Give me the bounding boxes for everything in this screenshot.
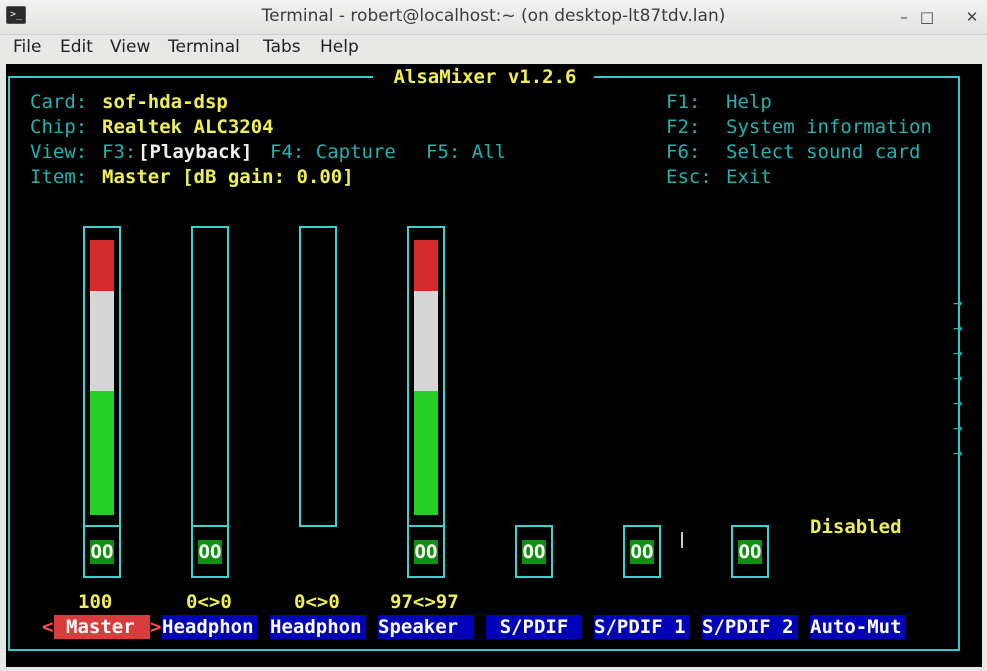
chip-value: Realtek ALC3204	[102, 116, 274, 138]
maximize-button[interactable]: □	[916, 6, 938, 28]
item-label: Item:	[30, 166, 88, 188]
mute-switch-speaker[interactable]: OO	[414, 540, 438, 564]
help-key-f1: F1:	[666, 91, 701, 113]
channel-label-master[interactable]: Master	[54, 615, 150, 639]
frame-top-left	[8, 76, 373, 78]
frame-bottom	[8, 649, 960, 651]
channel-label-headphone-2[interactable]: Headphon	[270, 615, 366, 639]
card-value: sof-hda-dsp	[102, 91, 228, 113]
view-label: View:	[30, 141, 88, 163]
mute-switch-headphone-1[interactable]: OO	[198, 540, 222, 564]
menu-terminal[interactable]: Terminal	[168, 37, 240, 57]
menu-tabs[interactable]: Tabs	[263, 37, 301, 57]
switch-frame-master[interactable]: OO	[83, 525, 121, 578]
volume-level-green	[414, 391, 438, 515]
volume-bar-headphone-1[interactable]	[191, 226, 229, 527]
scroll-right-arrow: →	[953, 318, 963, 337]
chip-label: Chip:	[30, 116, 88, 138]
window-title: Terminal - robert@localhost:~ (on deskto…	[261, 6, 726, 26]
switch-frame-spdif-1[interactable]: OO	[623, 525, 661, 578]
channel-label-headphone-1[interactable]: Headphon	[162, 615, 258, 639]
master-right-marker: >	[150, 616, 162, 638]
switch-frame-speaker[interactable]: OO	[407, 525, 445, 578]
menu-help[interactable]: Help	[320, 37, 359, 57]
volume-level-white	[90, 291, 114, 391]
channel-label-spdif-2[interactable]: S/PDIF 2	[702, 615, 798, 639]
menu-bar: File Edit View Terminal Tabs Help	[0, 35, 987, 63]
frame-left	[8, 76, 10, 651]
help-key-f2: F2:	[666, 116, 701, 138]
scroll-right-arrow: →	[953, 343, 963, 362]
help-text-f1: Help	[726, 91, 772, 113]
card-label: Card:	[30, 91, 88, 113]
volume-bar-speaker[interactable]	[407, 226, 445, 527]
alsamixer-title: AlsaMixer v1.2.6	[382, 66, 588, 88]
scroll-right-arrow: →	[953, 443, 963, 462]
menu-file[interactable]: File	[13, 37, 41, 57]
title-bar[interactable]: >_ Terminal - robert@localhost:~ (on des…	[0, 0, 987, 35]
mute-switch-master[interactable]: OO	[90, 540, 114, 564]
scroll-right-arrow: →	[953, 293, 963, 312]
channel-label-spdif[interactable]: S/PDIF	[486, 615, 582, 639]
menu-view[interactable]: View	[110, 37, 150, 57]
switch-frame-spdif[interactable]: OO	[515, 525, 553, 578]
view-all[interactable]: F5: All	[426, 140, 506, 165]
menu-edit[interactable]: Edit	[60, 37, 93, 57]
channel-label-auto-mute[interactable]: Auto-Mut	[810, 615, 906, 639]
value-master: 100	[78, 591, 113, 613]
mute-switch-spdif-1[interactable]: OO	[630, 540, 654, 564]
help-key-f6: F6:	[666, 141, 701, 163]
help-key-esc: Esc:	[666, 166, 712, 188]
frame-top-right	[594, 76, 960, 78]
scroll-right-arrow: →	[953, 393, 963, 412]
volume-bar-master[interactable]	[83, 226, 121, 527]
volume-bar-headphone-2[interactable]	[299, 226, 337, 527]
text-cursor-icon	[681, 532, 683, 548]
channel-label-spdif-1[interactable]: S/PDIF 1	[594, 615, 690, 639]
scroll-right-arrow: →	[953, 368, 963, 387]
volume-level-red	[90, 240, 114, 291]
value-headphone-2: 0<>0	[294, 591, 340, 613]
view-playback[interactable]: [Playback]	[138, 140, 252, 165]
help-text-f6: Select sound card	[726, 141, 921, 163]
close-button[interactable]: ✕	[961, 6, 983, 28]
view-f3: F3:	[102, 141, 137, 163]
volume-level-white	[414, 291, 438, 391]
help-text-f2: System information	[726, 116, 932, 138]
view-capture[interactable]: F4: Capture	[270, 140, 396, 165]
minimize-button[interactable]: –	[893, 6, 915, 28]
channel-label-speaker[interactable]: Speaker	[378, 615, 474, 639]
switch-frame-headphone-1[interactable]: OO	[191, 525, 229, 578]
master-left-marker: <	[42, 616, 54, 638]
mute-switch-spdif[interactable]: OO	[522, 540, 546, 564]
item-value: Master [dB gain: 0.00]	[102, 166, 354, 188]
volume-level-green	[90, 391, 114, 515]
switch-frame-spdif-2[interactable]: OO	[731, 525, 769, 578]
auto-mute-disabled: Disabled	[810, 516, 902, 538]
help-text-esc: Exit	[726, 166, 772, 188]
scroll-right-arrow: →	[953, 418, 963, 437]
mute-switch-spdif-2[interactable]: OO	[738, 540, 762, 564]
terminal-area[interactable]: AlsaMixer v1.2.6 Card: sof-hda-dsp Chip:…	[6, 64, 982, 667]
value-headphone-1: 0<>0	[186, 591, 232, 613]
value-speaker: 97<>97	[390, 591, 459, 613]
channel-name-master: Master	[66, 616, 135, 638]
volume-level-red	[414, 240, 438, 291]
